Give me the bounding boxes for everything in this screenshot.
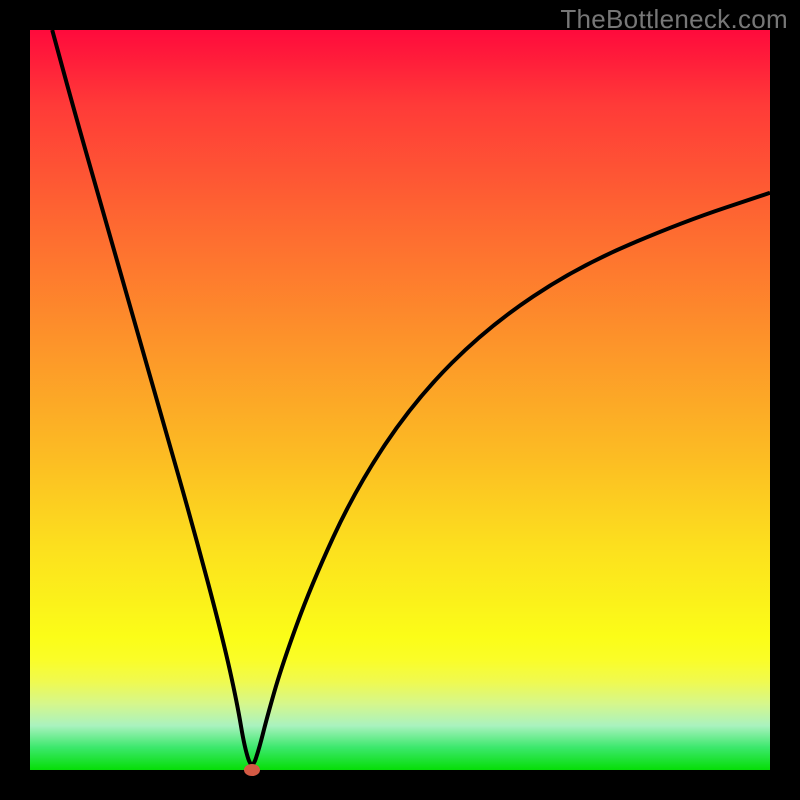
outer-frame: TheBottleneck.com	[0, 0, 800, 800]
bottleneck-curve	[30, 30, 770, 770]
watermark-text: TheBottleneck.com	[560, 4, 788, 35]
curve-path	[52, 30, 770, 764]
min-marker	[244, 764, 260, 776]
